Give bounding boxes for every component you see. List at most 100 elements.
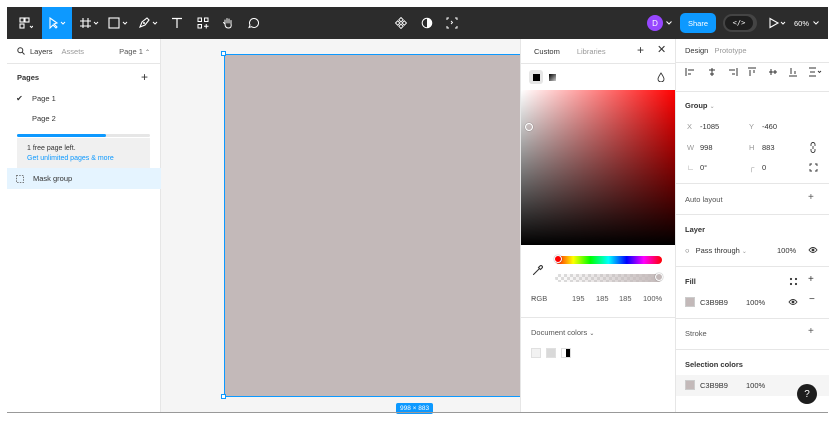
tab-layers[interactable]: Layers: [30, 47, 53, 56]
tab-assets[interactable]: Assets: [62, 47, 85, 56]
layer-item-mask-group[interactable]: Mask group: [7, 168, 161, 189]
add-style-plus-icon[interactable]: +: [637, 43, 644, 57]
selection-opacity-value[interactable]: 100%: [746, 381, 765, 390]
main-menu-button[interactable]: [13, 7, 39, 39]
eye-icon[interactable]: [788, 298, 798, 306]
chevron-down-icon: ⌄: [741, 249, 747, 255]
page-item-page-2[interactable]: Page 2: [7, 108, 161, 128]
gradient-fill-icon[interactable]: [549, 74, 556, 81]
page-item-page-1[interactable]: ✔ Page 1: [7, 88, 161, 108]
selection-color-swatch[interactable]: [685, 380, 695, 390]
opacity-slider-thumb[interactable]: [655, 273, 663, 281]
document-color-swatch[interactable]: [561, 348, 571, 358]
text-tool-button[interactable]: [167, 7, 187, 39]
pen-tool-button[interactable]: [136, 7, 162, 39]
layer-opacity-input[interactable]: 100%: [777, 246, 796, 255]
tab-prototype[interactable]: Prototype: [714, 46, 746, 55]
right-panel-tabs: Design Prototype: [685, 46, 747, 55]
eye-icon[interactable]: [808, 246, 818, 254]
saturation-brightness-area[interactable]: [521, 90, 676, 245]
x-input[interactable]: -1085: [700, 122, 719, 131]
add-fill-plus-icon[interactable]: +: [808, 274, 814, 285]
align-vertical-center-icon[interactable]: [768, 67, 778, 77]
document-color-swatch[interactable]: [531, 348, 541, 358]
alpha-input[interactable]: 100%: [643, 294, 662, 303]
hand-tool-button[interactable]: [218, 7, 238, 39]
divider: [676, 318, 829, 319]
tab-custom[interactable]: Custom: [534, 47, 560, 56]
fill-opacity-input[interactable]: 100%: [746, 298, 765, 307]
align-horizontal-center-icon[interactable]: [707, 67, 717, 77]
rectangle-icon: [108, 17, 128, 29]
avatar-chevron-down-icon[interactable]: [664, 7, 674, 39]
zoom-control[interactable]: 60%: [794, 7, 819, 39]
search-icon[interactable]: [17, 47, 25, 55]
fill-color-swatch[interactable]: [685, 297, 695, 307]
rotation-input[interactable]: 0°: [700, 163, 707, 172]
blend-drop-icon[interactable]: [657, 72, 665, 82]
document-colors-header[interactable]: Document colors ⌄: [531, 328, 594, 337]
height-input[interactable]: 883: [762, 143, 775, 152]
corner-radius-input[interactable]: 0: [762, 163, 766, 172]
page-selector[interactable]: Page 1 ⌃: [119, 47, 150, 56]
y-input[interactable]: -460: [762, 122, 777, 131]
selection-hex-value[interactable]: C3B9B9: [700, 381, 728, 390]
user-avatar[interactable]: D: [647, 15, 663, 31]
share-button[interactable]: Share: [680, 13, 716, 33]
solid-fill-button[interactable]: [529, 70, 543, 84]
crop-button[interactable]: [444, 7, 460, 39]
help-button[interactable]: ?: [797, 384, 817, 404]
document-colors-label: Document colors: [531, 328, 588, 337]
constrain-proportions-link-icon[interactable]: [809, 142, 817, 153]
opacity-slider[interactable]: [555, 273, 663, 282]
component-button[interactable]: [393, 7, 409, 39]
group-section-title[interactable]: Group ⌄: [685, 101, 715, 110]
tab-libraries[interactable]: Libraries: [577, 47, 606, 56]
fill-styles-grid-icon[interactable]: [789, 277, 798, 286]
shape-tool-button[interactable]: [106, 7, 132, 39]
frame-tool-button[interactable]: [77, 7, 103, 39]
dev-mode-toggle[interactable]: </>: [723, 14, 757, 32]
page-label: Page 1: [32, 93, 56, 103]
selected-frame[interactable]: [224, 54, 520, 397]
fill-hex-input[interactable]: C3B9B9: [700, 298, 728, 307]
remove-fill-minus-icon[interactable]: −: [809, 294, 815, 305]
resize-handle-top-left[interactable]: [221, 51, 226, 56]
upgrade-link[interactable]: Get unlimited pages & more: [27, 154, 150, 164]
align-left-icon[interactable]: [685, 67, 695, 77]
distribute-icon[interactable]: [808, 67, 822, 77]
independent-corners-icon[interactable]: [809, 163, 818, 172]
color-thumb[interactable]: [525, 123, 533, 131]
blue-input[interactable]: 185: [619, 294, 632, 303]
chevron-down-icon: ⌄: [709, 104, 715, 110]
stroke-section-title: Stroke: [685, 329, 707, 338]
add-auto-layout-plus-icon[interactable]: +: [808, 192, 814, 203]
align-bottom-icon[interactable]: [788, 67, 798, 77]
document-color-swatch[interactable]: [546, 348, 556, 358]
comment-tool-button[interactable]: [243, 7, 263, 39]
hue-slider-thumb[interactable]: [554, 255, 562, 263]
align-top-icon[interactable]: [747, 67, 757, 77]
add-stroke-plus-icon[interactable]: +: [808, 326, 814, 337]
close-icon[interactable]: ✕: [657, 43, 666, 56]
align-right-icon[interactable]: [728, 67, 738, 77]
top-toolbar: D Share </> 60%: [7, 7, 828, 39]
rotation-icon: ∟: [687, 163, 695, 172]
resize-handle-bottom-left[interactable]: [221, 394, 226, 399]
width-input[interactable]: 998: [700, 143, 713, 152]
red-input[interactable]: 195: [572, 294, 585, 303]
resources-button[interactable]: [193, 7, 213, 39]
divider: [676, 183, 829, 184]
blend-mode-select[interactable]: ○ Pass through ⌄: [685, 246, 747, 255]
tab-design[interactable]: Design: [685, 46, 708, 55]
eyedropper-icon[interactable]: [532, 264, 544, 276]
add-page-plus-icon[interactable]: +: [141, 70, 148, 84]
hue-slider[interactable]: [554, 255, 662, 264]
present-button[interactable]: [767, 7, 789, 39]
group-dashed-icon: [7, 174, 33, 183]
canvas[interactable]: 998 × 883: [161, 39, 520, 414]
mask-button[interactable]: [419, 7, 435, 39]
move-tool-button[interactable]: [42, 7, 72, 39]
fill-type-bar: [521, 67, 676, 89]
green-input[interactable]: 185: [596, 294, 609, 303]
